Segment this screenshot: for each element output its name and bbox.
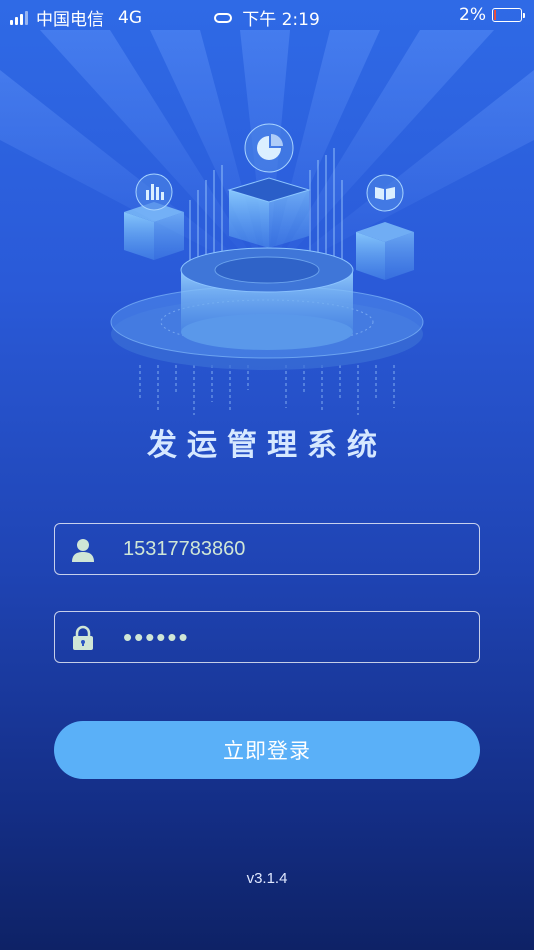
app-title: 发运管理系统 (147, 428, 387, 463)
pie-chart-cube (227, 123, 311, 248)
battery-icon (492, 8, 525, 22)
status-bar: 中国电信 4G 下午 2:19 2% (0, 0, 534, 30)
password-field[interactable] (54, 611, 480, 663)
status-time: 下午 2:19 (242, 10, 320, 30)
hero-illustration (0, 30, 534, 415)
username-field[interactable] (54, 523, 480, 575)
database-cylinder (180, 247, 354, 350)
battery-percent: 2% (459, 5, 486, 25)
user-icon (72, 539, 94, 562)
username-input[interactable] (123, 524, 473, 574)
password-input[interactable] (123, 612, 473, 662)
binary-rain (139, 365, 395, 415)
lock-icon (73, 625, 93, 650)
status-right: 2% (459, 5, 525, 25)
status-center: 下午 2:19 (0, 5, 534, 30)
version-label: v3.1.4 (246, 870, 288, 887)
link-icon (214, 13, 233, 23)
login-button[interactable]: 立即登录 (54, 721, 480, 779)
